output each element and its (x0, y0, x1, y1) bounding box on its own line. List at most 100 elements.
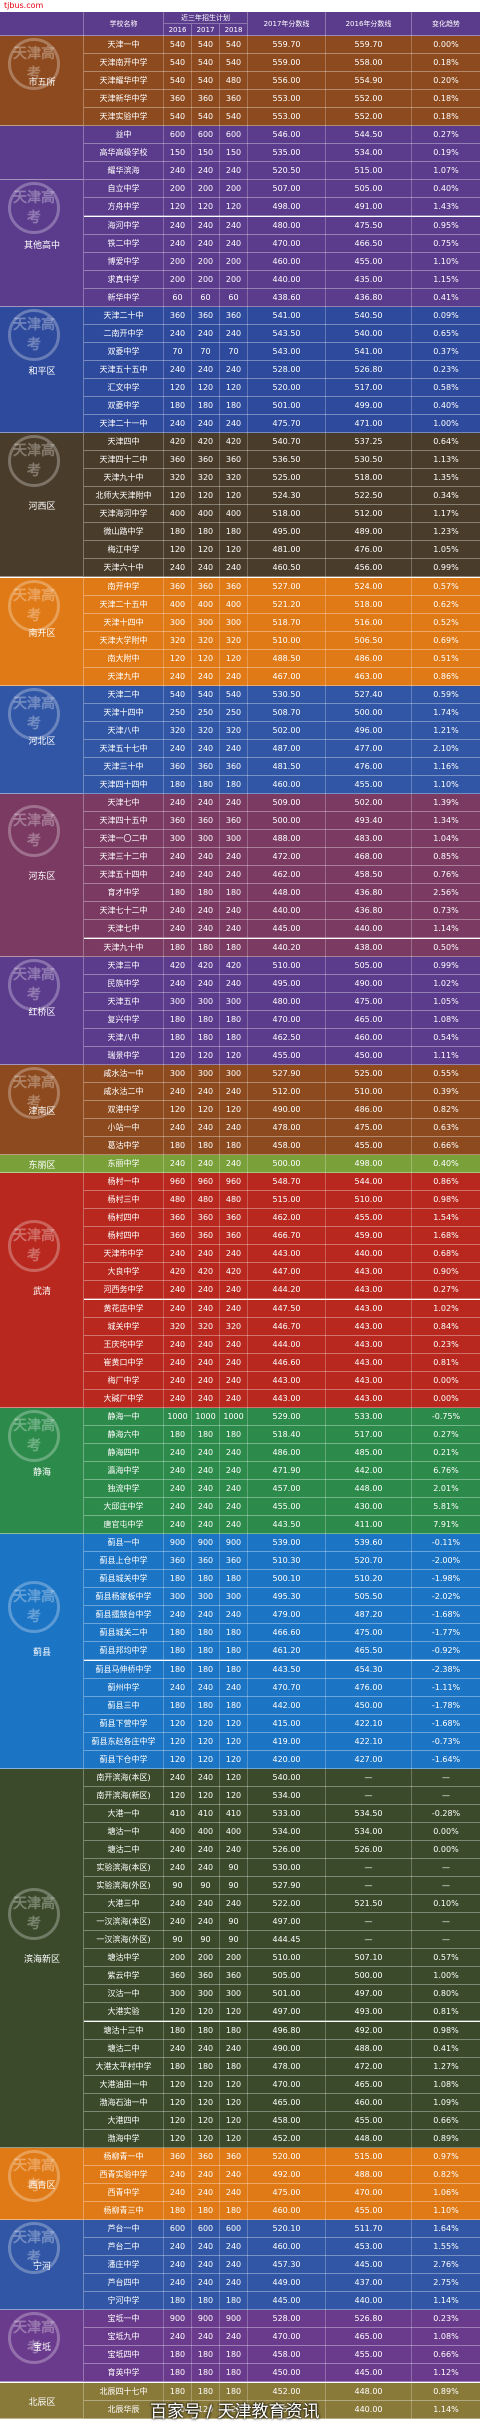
trend-value: — (442, 1772, 450, 1782)
school-name: 东丽中学 (84, 1155, 164, 1174)
table-row: 崔黄口中学 240 240 240 446.60 443.00 0.81% (84, 1353, 480, 1372)
plan-2016: 120 (164, 1786, 192, 1805)
score-2017: 443.50 (248, 1660, 326, 1679)
school-name: 铁二中学 (84, 234, 164, 253)
district-name: 和平区 (28, 366, 56, 377)
plan-2016: 900 (164, 2310, 192, 2329)
plan-2016: 360 (164, 1227, 192, 1246)
table-row: 蓟县一中 900 900 900 539.00 539.60 -0.11% (84, 1534, 480, 1553)
score-2016: 500.00 (326, 703, 412, 722)
watermark-stamp-icon: 天津高考 (8, 435, 60, 488)
plan-2016: 420 (164, 956, 192, 975)
table-row: 天津三十中 360 360 360 481.50 476.00 1.16% (84, 758, 480, 777)
score-2017: 460.50 (248, 559, 326, 578)
plan-2016: 240 (164, 1606, 192, 1625)
plan-2016: 300 (164, 1588, 192, 1607)
plan-2016: 120 (164, 2111, 192, 2130)
plan-2018: 120 (220, 541, 248, 560)
score-2016: 515.00 (326, 2147, 412, 2166)
plan-2016: 960 (164, 1173, 192, 1192)
trend-value: 1.06% (433, 2187, 459, 2197)
score-2017: 447.50 (248, 1299, 326, 1318)
school-name: 南开滨海(新区) (84, 1786, 164, 1805)
trend-value: 0.00% (433, 40, 459, 49)
plan-2016: 90 (164, 1877, 192, 1896)
table-row: 天津十四中 250 250 250 508.70 500.00 1.74% (84, 703, 480, 722)
table-row: 杨柳青一中 360 360 360 520.00 515.00 0.97% (84, 2147, 480, 2166)
header-district (0, 12, 84, 36)
plan-2017: 400 (192, 1822, 220, 1841)
table-row: 汉沽一中 300 300 300 501.00 497.00 0.80% (84, 1985, 480, 2004)
district-name: 河东区 (28, 872, 56, 883)
school-name: 蓟县城关二中 (84, 1624, 164, 1643)
plan-2016: 240 (164, 1768, 192, 1787)
table-row: 二南开中学 240 240 240 543.50 540.00 0.65% (84, 324, 480, 343)
trend-value: -0.28% (431, 1808, 461, 1818)
plan-2017: 200 (192, 270, 220, 289)
plan-2017: 120 (192, 1100, 220, 1119)
plan-2017: 240 (192, 739, 220, 758)
score-2016: 476.00 (326, 1678, 412, 1697)
plan-2018: 240 (220, 324, 248, 343)
score-2017: 501.00 (248, 1985, 326, 2004)
table-header: 学校名称 近三年招生计划 2016 2017 2018 2017年分数线 201… (0, 12, 480, 36)
trend-value: 0.75% (433, 238, 459, 248)
table-row: 宝坻四中 180 180 180 458.00 455.00 0.66% (84, 2346, 480, 2365)
plan-2017: 180 (192, 2364, 220, 2383)
plan-2016: 360 (164, 90, 192, 109)
school-name: 梅厂中学 (84, 1371, 164, 1390)
score-2016: 472.00 (326, 2057, 412, 2076)
school-name: 芦台二中 (84, 2238, 164, 2257)
score-2016: 526.80 (326, 360, 412, 379)
plan-2016: 200 (164, 252, 192, 271)
school-name: 天津七中 (84, 794, 164, 813)
school-name: 天津五十五中 (84, 360, 164, 379)
plan-2017: 180 (192, 2021, 220, 2040)
score-2017: 530.50 (248, 685, 326, 704)
plan-2018: 180 (220, 1010, 248, 1029)
table-row: 大邱庄中学 240 240 240 455.00 430.00 5.81% (84, 1498, 480, 1517)
score-2017: 444.45 (248, 1931, 326, 1950)
trend-value: 0.50% (433, 942, 459, 952)
plan-2018: 240 (220, 1606, 248, 1625)
school-name: 西青中学 (84, 2183, 164, 2202)
table-row: 天津二十一中 240 240 240 475.70 471.00 1.00% (84, 415, 480, 434)
score-2017: 495.00 (248, 523, 326, 542)
plan-2018: 320 (220, 469, 248, 488)
district-cell: 天津高考 宁河 (0, 2220, 84, 2311)
score-2016: 559.70 (326, 36, 412, 55)
plan-2018: 180 (220, 1028, 248, 1047)
score-2016: 476.00 (326, 541, 412, 560)
plan-2018: 300 (220, 1064, 248, 1083)
score-2017: 525.00 (248, 469, 326, 488)
score-2017: 486.00 (248, 1443, 326, 1462)
plan-2018: 360 (220, 2147, 248, 2166)
plan-2016: 120 (164, 1046, 192, 1065)
school-name: 天津一中 (84, 36, 164, 55)
plan-2016: 240 (164, 1335, 192, 1354)
school-name: 汇文中学 (84, 378, 164, 397)
trend-value: 0.98% (433, 2025, 459, 2035)
school-name: 大港太平村中学 (84, 2057, 164, 2076)
score-2017: 518.00 (248, 505, 326, 524)
score-2017: 509.00 (248, 794, 326, 813)
plan-2018: 120 (220, 487, 248, 506)
score-2017: 443.00 (248, 1371, 326, 1390)
header-2016: 2016 (164, 24, 192, 36)
plan-2018: 90 (220, 1877, 248, 1896)
table-row: 蓟州中学 240 240 240 470.70 476.00 -1.11% (84, 1678, 480, 1697)
trend-value: 0.27% (433, 1285, 459, 1295)
school-name: 渤海石油一中 (84, 2093, 164, 2112)
district-cell: 天津高考 河北区 (0, 685, 84, 795)
school-name: 天津六十中 (84, 559, 164, 578)
plan-2016: 120 (164, 487, 192, 506)
table-row: 一汉滨海(本区) 240 240 90 497.00— — (84, 1913, 480, 1932)
plan-2017: 320 (192, 631, 220, 650)
score-2016: 558.00 (326, 54, 412, 73)
plan-2017: 180 (192, 2057, 220, 2076)
trend-value: 0.40% (433, 184, 459, 194)
plan-2016: 180 (164, 1642, 192, 1661)
plan-2017: 300 (192, 613, 220, 632)
score-2017: 508.70 (248, 703, 326, 722)
table-row: 南开滨海(本区) 240 240 120 540.00— — (84, 1768, 480, 1787)
